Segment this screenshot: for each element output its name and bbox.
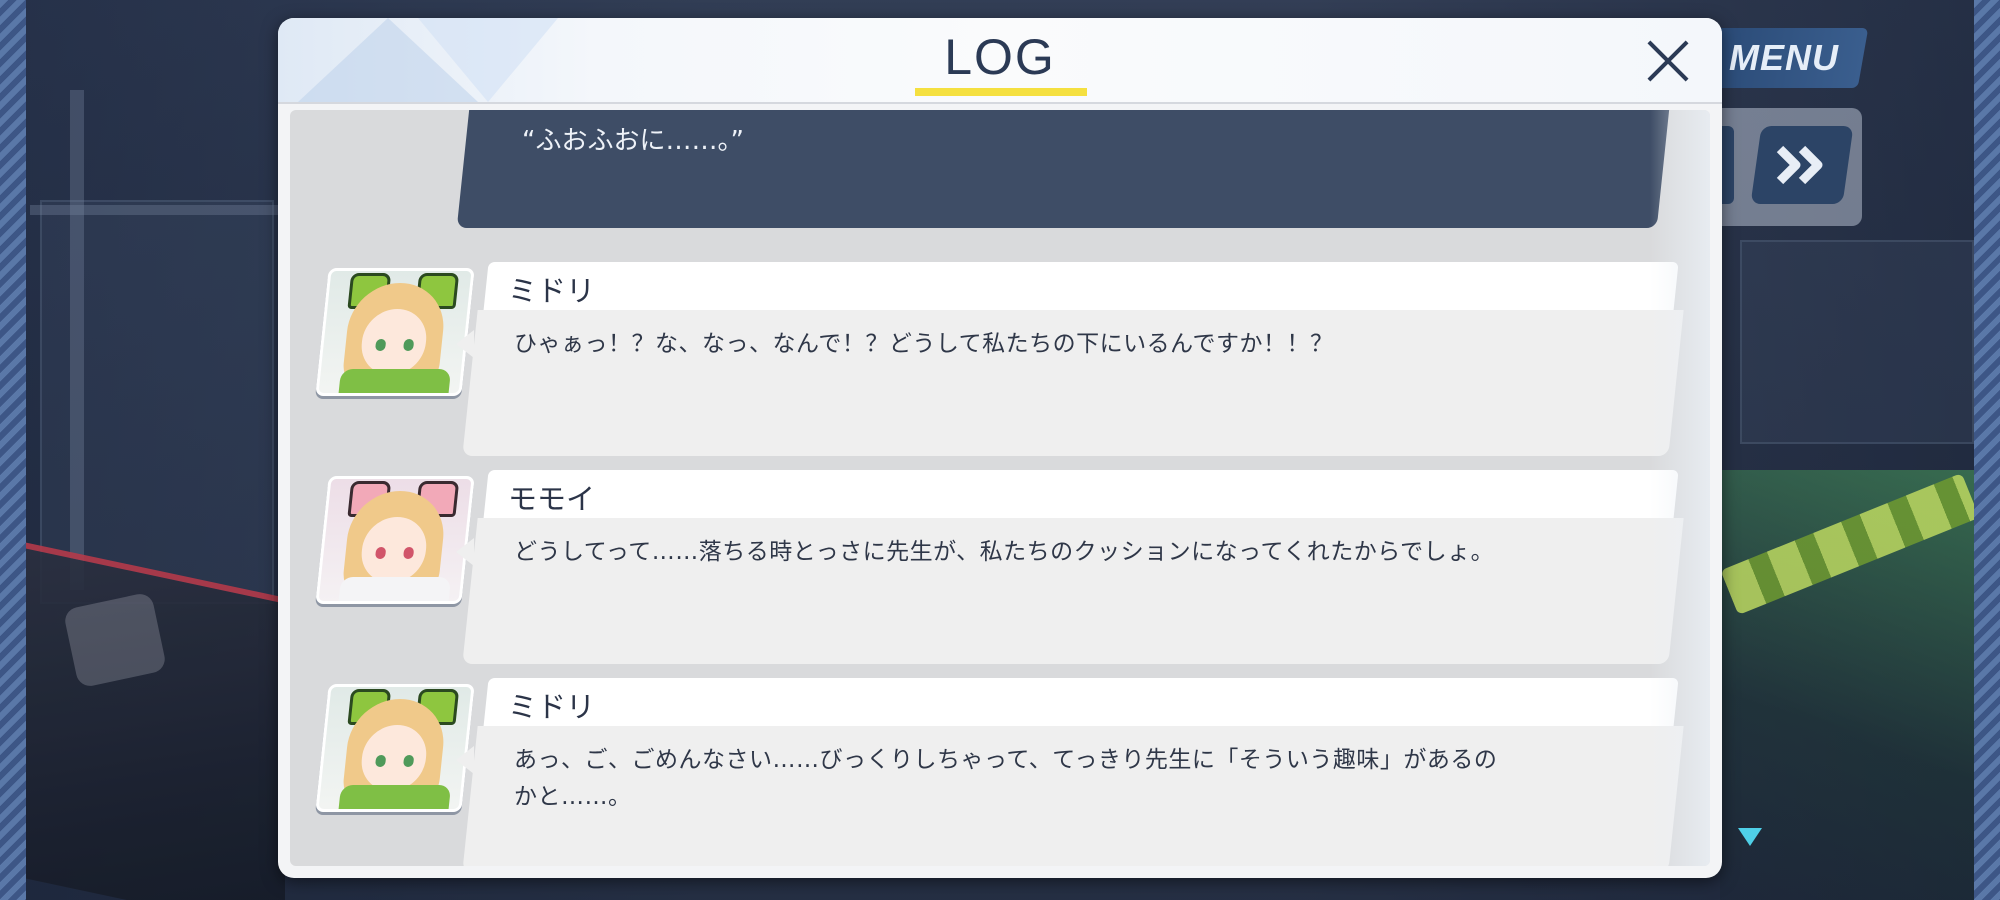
bubble-tail — [456, 330, 474, 358]
log-entry: モモイ どうしてって……落ちる時とっさに先生が、私たちのクッションになってくれた… — [290, 470, 1710, 666]
dialogue-line: かと……。 — [514, 784, 632, 810]
pipe — [70, 90, 84, 590]
left-border-stripe — [0, 0, 26, 900]
dialogue-text: あっ、ご、ごめんなさい……びっくりしちゃって、てっきり先生に「そういう趣味」があ… — [514, 742, 1514, 816]
log-dialog: LOG “ふおふおに……。” ミドリ ひゃぁっ！？な、なっ、なんで！？どうして私… — [278, 18, 1722, 878]
avatar-midori — [315, 268, 475, 396]
avatar-momoi — [315, 476, 475, 604]
log-entry: ミドリ あっ、ご、ごめんなさい……びっくりしちゃって、てっきり先生に「そういう趣… — [290, 678, 1710, 866]
speaker-name: モモイ — [508, 482, 596, 516]
bubble-tail — [456, 538, 474, 566]
dialogue-text: ひゃぁっ！？な、なっ、なんで！？どうして私たちの下にいるんですか！！？ — [514, 331, 1334, 357]
wall-panel — [1740, 240, 1974, 444]
menu-button-label: MENU — [1729, 37, 1839, 78]
dialogue-text: どうしてって……落ちる時とっさに先生が、私たちのクッションになってくれたからでし… — [514, 539, 1495, 565]
close-button[interactable] — [1640, 32, 1696, 88]
bubble-tail — [456, 746, 474, 774]
next-indicator-icon — [1738, 828, 1762, 846]
speaker-name-bar — [483, 470, 1679, 520]
title-underline — [915, 88, 1087, 96]
pipe — [30, 205, 280, 215]
avatar-midori — [315, 684, 475, 812]
hanging-banner — [25, 542, 285, 900]
speaker-name: ミドリ — [508, 690, 596, 724]
speaker-name-bar — [483, 678, 1679, 728]
fast-forward-button[interactable] — [1750, 126, 1854, 204]
double-chevron-right-icon — [1776, 145, 1823, 185]
log-header: LOG — [278, 18, 1722, 104]
right-border-stripe — [1974, 0, 2000, 900]
narration-text: “ふおふおに……。” — [522, 126, 744, 156]
menu-button[interactable]: MENU — [1699, 28, 1869, 88]
log-title: LOG — [944, 29, 1056, 85]
speaker-name: ミドリ — [508, 274, 596, 308]
speaker-name-bar — [483, 262, 1679, 312]
dialogue-line: あっ、ご、ごめんなさい……びっくりしちゃって、てっきり先生に「そういう趣味」があ… — [514, 747, 1498, 773]
log-entry: ミドリ ひゃぁっ！？な、なっ、なんで！？どうして私たちの下にいるんですか！！？ — [290, 262, 1710, 458]
log-list[interactable]: “ふおふおに……。” ミドリ ひゃぁっ！？な、なっ、なんで！？どうして私たちの下… — [290, 110, 1710, 866]
